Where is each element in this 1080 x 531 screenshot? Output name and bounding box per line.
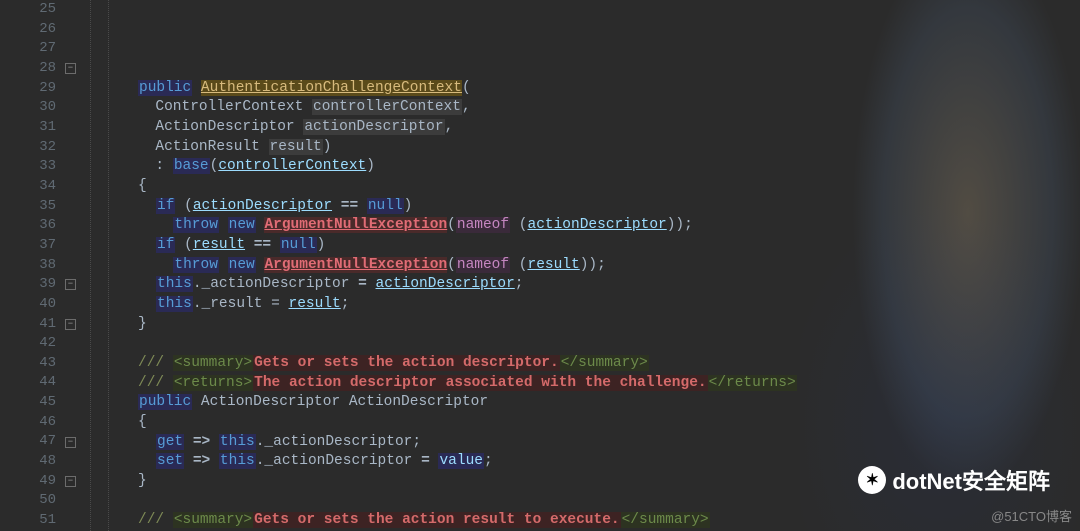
code-line[interactable]: this._actionDescriptor = actionDescripto… xyxy=(82,275,1080,295)
fold-toggle-icon[interactable]: − xyxy=(65,319,76,330)
line-number: 38 xyxy=(0,256,56,276)
fold-toggle-icon[interactable]: − xyxy=(65,279,76,290)
code-line[interactable]: { xyxy=(82,413,1080,433)
line-number: 31 xyxy=(0,118,56,138)
fold-column[interactable]: − − − − − xyxy=(62,0,82,531)
line-number: 40 xyxy=(0,295,56,315)
code-line[interactable]: public ActionDescriptor ActionDescriptor xyxy=(82,393,1080,413)
code-line[interactable]: if (result == null) xyxy=(82,236,1080,256)
line-number: 33 xyxy=(0,157,56,177)
line-number: 51 xyxy=(0,511,56,531)
line-number: 46 xyxy=(0,413,56,433)
fold-toggle-icon[interactable]: − xyxy=(65,476,76,487)
code-line[interactable]: /// <summary>Gets or sets the action res… xyxy=(82,511,1080,531)
line-number: 27 xyxy=(0,39,56,59)
code-line[interactable]: get => this._actionDescriptor; xyxy=(82,433,1080,453)
code-line[interactable]: } xyxy=(82,315,1080,335)
line-number: 48 xyxy=(0,452,56,472)
line-number: 26 xyxy=(0,20,56,40)
code-line[interactable]: ControllerContext controllerContext, xyxy=(82,98,1080,118)
line-number: 49 xyxy=(0,472,56,492)
brand-label: dotNet安全矩阵 xyxy=(892,464,1050,496)
code-line[interactable]: ActionResult result) xyxy=(82,138,1080,158)
code-line[interactable]: throw new ArgumentNullException(nameof (… xyxy=(82,256,1080,276)
code-line[interactable]: { xyxy=(82,177,1080,197)
wechat-icon: ✶ xyxy=(858,466,886,494)
line-number: 39 xyxy=(0,275,56,295)
line-number: 42 xyxy=(0,334,56,354)
line-number: 47 xyxy=(0,432,56,452)
code-line[interactable]: if (actionDescriptor == null) xyxy=(82,197,1080,217)
code-line[interactable]: : base(controllerContext) xyxy=(82,157,1080,177)
attribution-watermark: @51CTO博客 xyxy=(991,506,1072,525)
line-number: 25 xyxy=(0,0,56,20)
code-line[interactable] xyxy=(82,334,1080,354)
fold-toggle-icon[interactable]: − xyxy=(65,437,76,448)
brand-watermark: ✶ dotNet安全矩阵 xyxy=(858,464,1050,496)
line-number: 45 xyxy=(0,393,56,413)
fold-toggle-icon[interactable]: − xyxy=(65,63,76,74)
line-number: 50 xyxy=(0,491,56,511)
line-number: 44 xyxy=(0,373,56,393)
code-line[interactable]: this._result = result; xyxy=(82,295,1080,315)
code-line[interactable]: throw new ArgumentNullException(nameof (… xyxy=(82,216,1080,236)
line-number: 29 xyxy=(0,79,56,99)
line-number: 36 xyxy=(0,216,56,236)
code-editor[interactable]: 2526272829303132333435363738394041424344… xyxy=(0,0,1080,531)
line-number: 43 xyxy=(0,354,56,374)
code-area[interactable]: public AuthenticationChallengeContext( C… xyxy=(82,0,1080,531)
line-number-gutter: 2526272829303132333435363738394041424344… xyxy=(0,0,62,531)
code-line[interactable]: public AuthenticationChallengeContext( xyxy=(82,79,1080,99)
line-number: 30 xyxy=(0,98,56,118)
code-line[interactable]: ActionDescriptor actionDescriptor, xyxy=(82,118,1080,138)
line-number: 32 xyxy=(0,138,56,158)
line-number: 34 xyxy=(0,177,56,197)
line-number: 28 xyxy=(0,59,56,79)
line-number: 35 xyxy=(0,197,56,217)
line-number: 37 xyxy=(0,236,56,256)
line-number: 41 xyxy=(0,315,56,335)
code-line[interactable]: /// <returns>The action descriptor assoc… xyxy=(82,374,1080,394)
code-line[interactable]: /// <summary>Gets or sets the action des… xyxy=(82,354,1080,374)
